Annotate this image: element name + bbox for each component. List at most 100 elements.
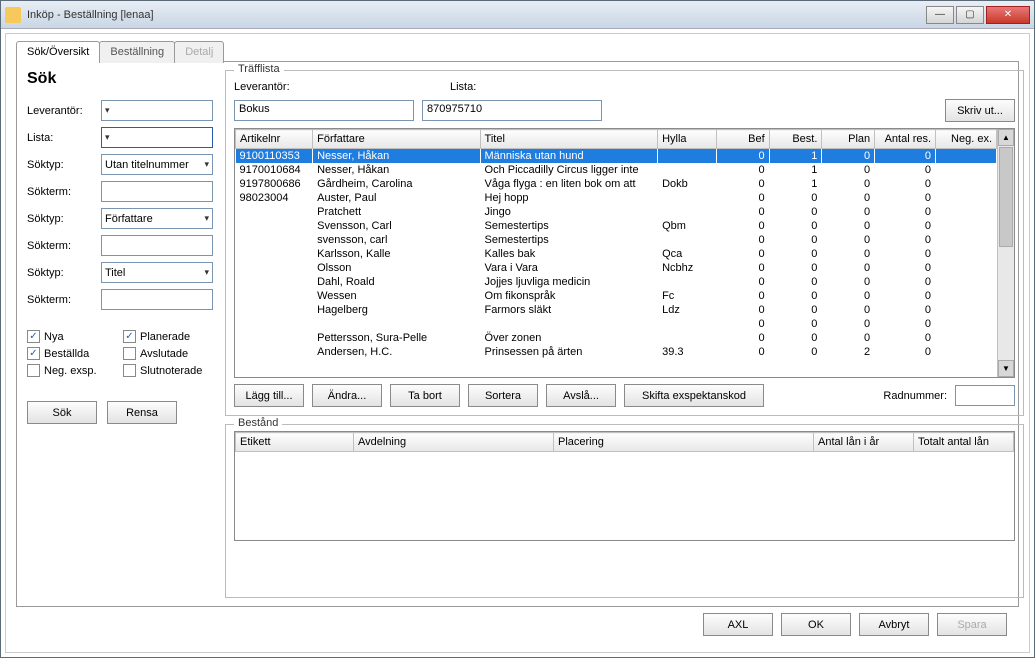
trafflista-label-leverantor: Leverantör:	[234, 81, 304, 93]
label-leverantor: Leverantör:	[27, 105, 95, 117]
table-row[interactable]: PratchettJingo0000	[236, 205, 997, 219]
add-button[interactable]: Lägg till...	[234, 384, 304, 407]
axl-button[interactable]: AXL	[703, 613, 773, 636]
edit-button[interactable]: Ändra...	[312, 384, 382, 407]
reject-button[interactable]: Avslå...	[546, 384, 616, 407]
table-row[interactable]: Karlsson, KalleKalles bakQca0000	[236, 247, 997, 261]
chk-negexsp[interactable]: Neg. exsp.	[27, 364, 117, 377]
ok-button[interactable]: OK	[781, 613, 851, 636]
label-sokterm-1: Sökterm:	[27, 186, 95, 198]
table-row[interactable]: 9197800686Gårdheim, CarolinaVåga flyga :…	[236, 177, 997, 191]
table-row[interactable]: OlssonVara i VaraNcbhz0000	[236, 261, 997, 275]
window-title: Inköp - Beställning [lenaa]	[27, 9, 926, 21]
table-row[interactable]: svensson, carlSemestertips0000	[236, 233, 997, 247]
col-totalt-lan[interactable]: Totalt antal lån	[914, 433, 1014, 452]
table-row[interactable]: HagelbergFarmors släktLdz0000	[236, 303, 997, 317]
soktyp-select-3[interactable]: Titel	[101, 262, 213, 283]
table-row[interactable]: 9170010684Nesser, HåkanOch Piccadilly Ci…	[236, 163, 997, 177]
table-row[interactable]: Pettersson, Sura-PelleÖver zonen0000	[236, 331, 997, 345]
label-lista: Lista:	[27, 132, 95, 144]
scroll-up-icon[interactable]: ▲	[998, 129, 1014, 146]
bestand-fieldset: Bestånd Etikett Avdelning Placering Anta…	[225, 424, 1024, 598]
search-panel: Sök Leverantör: Lista: Söktyp: Utan tite…	[27, 70, 213, 598]
scroll-down-icon[interactable]: ▼	[998, 360, 1014, 377]
chk-planerade[interactable]: ✓Planerade	[123, 330, 213, 343]
remove-button[interactable]: Ta bort	[390, 384, 460, 407]
col-bef[interactable]: Bef	[716, 130, 769, 149]
chk-avslutade[interactable]: Avslutade	[123, 347, 213, 360]
sokterm-input-1[interactable]	[101, 181, 213, 202]
search-heading: Sök	[27, 70, 213, 88]
lista-select[interactable]	[101, 127, 213, 148]
minimize-button[interactable]: —	[926, 6, 954, 24]
bestand-table: Etikett Avdelning Placering Antal lån i …	[234, 431, 1015, 541]
table-row[interactable]: WessenOm fikonspråkFc0000	[236, 289, 997, 303]
col-antal-lan[interactable]: Antal lån i år	[814, 433, 914, 452]
titlebar: Inköp - Beställning [lenaa] — ▢ ✕	[1, 1, 1034, 29]
trafflista-label-lista: Lista:	[450, 81, 490, 93]
col-artikelnr[interactable]: Artikelnr	[236, 130, 313, 149]
label-sokterm-2: Sökterm:	[27, 240, 95, 252]
col-titel[interactable]: Titel	[480, 130, 658, 149]
print-button[interactable]: Skriv ut...	[945, 99, 1015, 122]
scroll-thumb[interactable]	[999, 147, 1013, 247]
app-window: Inköp - Beställning [lenaa] — ▢ ✕ Sök/Öv…	[0, 0, 1035, 658]
tab-detalj[interactable]: Detalj	[174, 41, 224, 63]
label-sokterm-3: Sökterm:	[27, 294, 95, 306]
sort-button[interactable]: Sortera	[468, 384, 538, 407]
label-soktyp-2: Söktyp:	[27, 213, 95, 225]
table-row[interactable]: 9100110353Nesser, HåkanMänniska utan hun…	[236, 149, 997, 164]
col-negex[interactable]: Neg. ex.	[936, 130, 997, 149]
search-button[interactable]: Sök	[27, 401, 97, 424]
table-row[interactable]: 0000	[236, 317, 997, 331]
app-icon	[5, 7, 21, 23]
tab-bestallning[interactable]: Beställning	[99, 41, 175, 63]
bestand-legend: Bestånd	[234, 417, 282, 429]
bottom-bar: AXL OK Avbryt Spara	[16, 607, 1019, 644]
rownum-input[interactable]	[955, 385, 1015, 406]
soktyp-select-2[interactable]: Författare	[101, 208, 213, 229]
shift-button[interactable]: Skifta exspektanskod	[624, 384, 764, 407]
clear-button[interactable]: Rensa	[107, 401, 177, 424]
right-panel: Träfflista Leverantör: Lista: Bokus 8709…	[225, 70, 1024, 598]
table-row[interactable]: Svensson, CarlSemestertipsQbm0000	[236, 219, 997, 233]
trafflista-scrollbar[interactable]: ▲ ▼	[997, 129, 1014, 377]
rownum-label: Radnummer:	[883, 390, 947, 402]
tab-sok-oversikt[interactable]: Sök/Översikt	[16, 41, 100, 63]
cancel-button[interactable]: Avbryt	[859, 613, 929, 636]
sokterm-input-3[interactable]	[101, 289, 213, 310]
table-row[interactable]: Andersen, H.C.Prinsessen på ärten39.3002…	[236, 345, 997, 359]
check-group: ✓Nya ✓Planerade ✓Beställda Avslutade Neg…	[27, 330, 213, 377]
chk-nya[interactable]: ✓Nya	[27, 330, 117, 343]
trafflista-header-row: Artikelnr Författare Titel Hylla Bef Bes…	[236, 130, 997, 149]
leverantor-select[interactable]	[101, 100, 213, 121]
trafflista-actions: Lägg till... Ändra... Ta bort Sortera Av…	[234, 384, 1015, 407]
col-etikett[interactable]: Etikett	[236, 433, 354, 452]
trafflista-legend: Träfflista	[234, 63, 284, 75]
sokterm-input-2[interactable]	[101, 235, 213, 256]
col-best[interactable]: Best.	[769, 130, 822, 149]
col-hylla[interactable]: Hylla	[658, 130, 717, 149]
label-soktyp-3: Söktyp:	[27, 267, 95, 279]
col-plan[interactable]: Plan	[822, 130, 875, 149]
chk-slutnoterade[interactable]: Slutnoterade	[123, 364, 213, 377]
trafflista-lista-input[interactable]: 870975710	[422, 100, 602, 121]
tab-body: Sök Leverantör: Lista: Söktyp: Utan tite…	[16, 61, 1019, 607]
chk-bestallda[interactable]: ✓Beställda	[27, 347, 117, 360]
trafflista-leverantor-input[interactable]: Bokus	[234, 100, 414, 121]
trafflista-fieldset: Träfflista Leverantör: Lista: Bokus 8709…	[225, 70, 1024, 416]
tab-bar: Sök/Översikt Beställning Detalj	[16, 41, 1019, 63]
soktyp-select-1[interactable]: Utan titelnummer	[101, 154, 213, 175]
col-antalres[interactable]: Antal res.	[875, 130, 936, 149]
col-forfattare[interactable]: Författare	[313, 130, 480, 149]
table-row[interactable]: 98023004Auster, PaulHej hopp0000	[236, 191, 997, 205]
client-area: Sök/Översikt Beställning Detalj Sök Leve…	[5, 33, 1030, 653]
close-button[interactable]: ✕	[986, 6, 1030, 24]
window-controls: — ▢ ✕	[926, 6, 1030, 24]
col-avdelning[interactable]: Avdelning	[354, 433, 554, 452]
maximize-button[interactable]: ▢	[956, 6, 984, 24]
col-placering[interactable]: Placering	[554, 433, 814, 452]
save-button[interactable]: Spara	[937, 613, 1007, 636]
label-soktyp-1: Söktyp:	[27, 159, 95, 171]
table-row[interactable]: Dahl, RoaldJojjes ljuvliga medicin0000	[236, 275, 997, 289]
